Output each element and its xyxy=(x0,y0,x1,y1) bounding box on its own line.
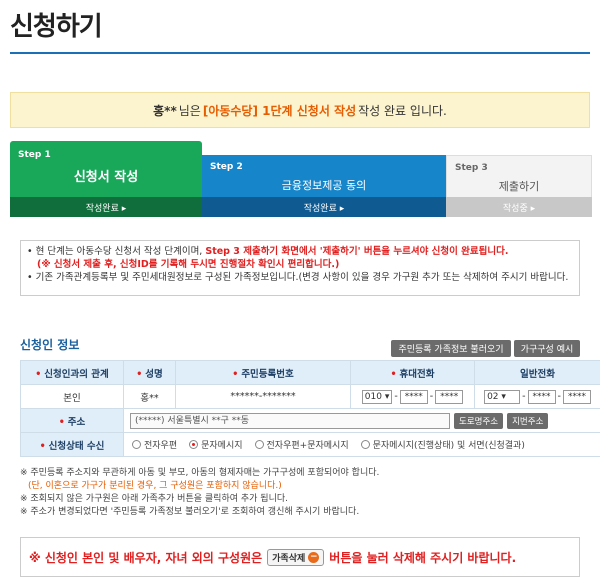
address-input[interactable]: (*****) 서울특별시 **구 **동 xyxy=(130,412,450,429)
cell-name: 홍** xyxy=(123,384,176,409)
receive-option-email-text: 전자우편 xyxy=(144,441,178,451)
receive-cell: 전자우편 문자메시지 전자우편+문자메시지 문자메시지(진행상태) 및 서면(신… xyxy=(123,432,600,457)
th-name: • 성명 xyxy=(123,360,176,385)
notice-text-post: 작성 완료 입니다. xyxy=(358,103,447,118)
guide-line-2: (※ 신청서 제출 후, 신청ID를 기록해 두시면 진행절차 확인시 편리합니… xyxy=(37,259,340,270)
load-family-info-button[interactable]: 주민등록 가족정보 불러오기 xyxy=(391,340,511,357)
step-2-label: 금융정보제공 동의 xyxy=(281,179,367,192)
cell-relation: 본인 xyxy=(20,384,124,409)
phone-prefix-select[interactable]: 02 ▾ xyxy=(484,389,521,404)
th-relation: • 신청인과의 관계 xyxy=(20,360,124,385)
th-relation-text: 신청인과의 관계 xyxy=(44,368,109,380)
note-3: ※ 조회되지 않은 가구원은 아래 가족추가 버튼을 클릭하여 추가 됩니다. xyxy=(20,494,288,504)
th-name-text: 성명 xyxy=(145,368,163,380)
warning-text-pre: ※ 신청인 본인 및 배우자, 자녀 외의 구성원은 xyxy=(29,550,263,565)
th-rrn: • 주민등록번호 xyxy=(175,360,351,385)
phone-prefix-value: 02 xyxy=(487,391,499,402)
step-3: Step 3 제출하기 작성중 ▸ xyxy=(446,155,592,217)
cell-phone: 02 ▾ - **** - **** xyxy=(474,384,600,409)
address-cell: (*****) 서울특별시 **구 **동 도로명주소 지번주소 xyxy=(123,408,600,433)
minus-icon: − xyxy=(308,551,320,563)
address-label: • 주소 xyxy=(20,408,124,433)
step-progress: Step 1 신청서 작성 작성완료 ▸ Step 2 금융정보제공 동의 작성… xyxy=(10,141,592,217)
cell-rrn: ******-******* xyxy=(175,384,351,409)
mobile-prefix-select[interactable]: 010 ▾ xyxy=(361,389,393,404)
step-3-label: 제출하기 xyxy=(498,180,540,193)
receive-label: • 신청상태 수신 xyxy=(20,432,124,457)
guide-line-3: • 기존 가족관계등록부 및 주민세대원정보로 구성된 가족정보입니다.(변경 … xyxy=(27,272,569,283)
receive-option-email[interactable]: 전자우편 xyxy=(132,438,177,451)
table-header-row: • 신청인과의 관계 • 성명 • 주민등록번호 • 휴대전화 일반전화 xyxy=(20,360,600,385)
step-1-status: 작성완료 ▸ xyxy=(10,197,202,217)
th-mobile: • 휴대전화 xyxy=(350,360,475,385)
warning-text-post: 버튼을 눌러 삭제해 주시기 바랍니다. xyxy=(329,550,517,565)
radio-sms-paper[interactable] xyxy=(360,440,370,449)
mobile-mid-input[interactable]: **** xyxy=(399,389,428,404)
page-title: 신청하기 xyxy=(10,12,103,42)
radio-email[interactable] xyxy=(132,440,141,449)
receive-option-email-sms-text: 전자우편+문자메시지 xyxy=(266,441,349,451)
section-title-applicant: 신청인 정보 xyxy=(20,338,80,352)
delete-member-warning: ※ 신청인 본인 및 배우자, 자녀 외의 구성원은 가족삭제 − 버튼을 눌러… xyxy=(20,537,580,577)
notice-text-pre: 님은 xyxy=(178,103,201,118)
note-4: ※ 주소가 변경되었다면 '주민등록 가족정보 불러오기'로 조회하여 갱신해 … xyxy=(20,507,360,517)
th-phone-text: 일반전화 xyxy=(520,368,555,380)
completion-notice: 홍** 님은 [아동수당] 1단계 신청서 작성 작성 완료 입니다. xyxy=(10,92,590,128)
receive-option-sms-paper[interactable]: 문자메시지(진행상태) 및 서면(신청결과) xyxy=(360,438,525,451)
radio-email-sms[interactable] xyxy=(254,440,264,449)
guide-line-1-text: • 현 단계는 아동수당 신청서 작성 단계이며, xyxy=(27,246,203,257)
note-2: (단, 이혼으로 가구가 분리된 경우, 그 구성원은 포함하지 않습니다.) xyxy=(28,481,282,491)
table-row: 본인 홍** ******-******* 010 ▾ - **** - **** 02… xyxy=(20,384,600,409)
step-2-status: 작성완료 ▸ xyxy=(202,197,446,217)
applicant-table: • 신청인과의 관계 • 성명 • 주민등록번호 • 휴대전화 일반전화 본인 홍** … xyxy=(20,360,600,457)
step-2-number: Step 2 xyxy=(210,162,243,172)
step-2: Step 2 금융정보제공 동의 작성완료 ▸ xyxy=(202,155,446,217)
receive-option-sms-paper-text: 문자메시지(진행상태) 및 서면(신청결과) xyxy=(372,441,525,451)
guide-line-1-red: Step 3 제출하기 화면에서 '제출하기' 버튼을 누르셔야 신청이 완료됩… xyxy=(205,246,509,257)
road-address-button[interactable]: 도로명주소 xyxy=(454,412,504,429)
household-example-button[interactable]: 가구구성 예시 xyxy=(514,340,580,357)
mobile-prefix-value: 010 xyxy=(364,391,382,402)
guide-info-box: • 현 단계는 아동수당 신청서 작성 단계이며, Step 3 제출하기 화면… xyxy=(20,240,580,296)
phone-last-input[interactable]: **** xyxy=(562,389,591,404)
mobile-last-input[interactable]: **** xyxy=(435,389,464,404)
lot-address-button[interactable]: 지번주소 xyxy=(507,412,549,429)
th-phone: 일반전화 xyxy=(474,360,600,385)
address-label-text: 주소 xyxy=(67,416,86,428)
notice-applicant-name: 홍** xyxy=(153,103,177,118)
radio-sms[interactable] xyxy=(189,440,199,449)
note-1: ※ 주민등록 주소지와 무관하게 아동 및 부모, 아동의 형제자매는 가구구성… xyxy=(20,468,380,478)
step-1-label: 신청서 작성 xyxy=(73,170,139,185)
phone-mid-input[interactable]: **** xyxy=(527,389,556,404)
cell-mobile: 010 ▾ - **** - **** xyxy=(350,384,475,409)
step-3-status: 작성중 ▸ xyxy=(446,197,592,217)
notice-highlight: [아동수당] 1단계 신청서 작성 xyxy=(202,103,357,118)
step-3-number: Step 3 xyxy=(455,163,488,173)
receive-label-text: 신청상태 수신 xyxy=(48,440,105,452)
notes-list: ※ 주민등록 주소지와 무관하게 아동 및 부모, 아동의 형제자매는 가구구성… xyxy=(20,467,379,519)
step-1: Step 1 신청서 작성 작성완료 ▸ xyxy=(10,141,202,217)
title-divider xyxy=(10,52,590,54)
th-mobile-text: 휴대전화 xyxy=(399,368,435,380)
guide-line-1: • 현 단계는 아동수당 신청서 작성 단계이며, Step 3 제출하기 화면… xyxy=(27,245,573,258)
receive-option-email-sms[interactable]: 전자우편+문자메시지 xyxy=(254,438,349,451)
family-delete-label: 가족삭제 xyxy=(272,553,306,564)
receive-row: • 신청상태 수신 전자우편 문자메시지 전자우편+문자메시지 문자메시지(진행상… xyxy=(20,432,600,457)
receive-option-sms[interactable]: 문자메시지 xyxy=(189,438,243,451)
address-row: • 주소 (*****) 서울특별시 **구 **동 도로명주소 지번주소 xyxy=(20,408,600,433)
step-1-number: Step 1 xyxy=(18,150,51,160)
receive-option-sms-text: 문자메시지 xyxy=(201,441,243,451)
th-rrn-text: 주민등록번호 xyxy=(241,368,294,380)
family-delete-button[interactable]: 가족삭제 − xyxy=(267,548,325,566)
